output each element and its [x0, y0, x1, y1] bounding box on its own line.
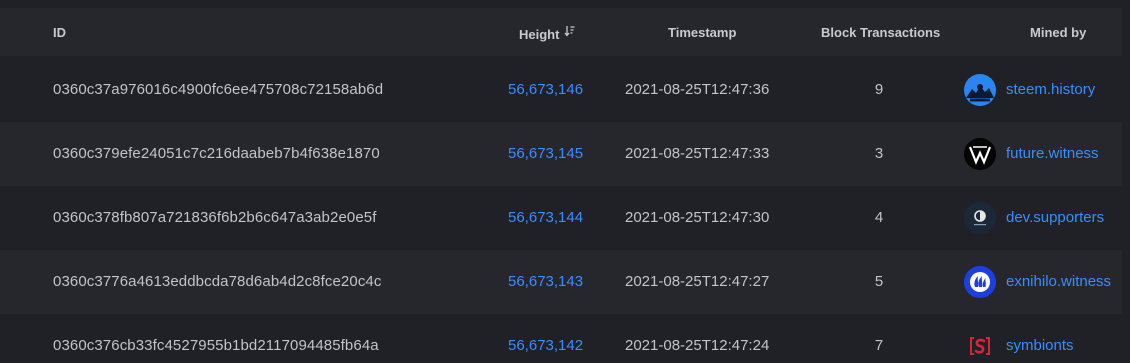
blocks-table: ID Height Timestamp Block Transactions M… — [0, 0, 1130, 363]
block-id: 0360c3776a4613eddbcda78d6ab4d2c8fce20c4c — [53, 273, 382, 290]
block-id: 0360c376cb33fc4527955b1bd2117094485fb64a — [53, 337, 379, 354]
block-id: 0360c379efe24051c7c216daabeb7b4f638e1870 — [53, 145, 380, 162]
exnihilo-witness-avatar-icon — [964, 266, 996, 298]
table-row: 0360c3776a4613eddbcda78d6ab4d2c8fce20c4c… — [0, 250, 1122, 314]
dev-supporters-avatar-icon — [964, 202, 996, 234]
block-timestamp: 2021-08-25T12:47:24 — [625, 337, 770, 354]
column-header-height-label: Height — [519, 27, 560, 42]
block-transactions-count: 4 — [874, 209, 884, 226]
block-transactions-count: 7 — [874, 337, 884, 354]
miner-link[interactable]: exnihilo.witness — [1006, 250, 1111, 314]
miner-link[interactable]: symbionts — [1006, 314, 1074, 363]
mined-by: future.witness — [964, 122, 1099, 186]
block-timestamp: 2021-08-25T12:47:36 — [625, 81, 770, 98]
future-witness-avatar-icon — [964, 138, 996, 170]
sort-descending-icon[interactable] — [564, 8, 575, 58]
block-height-link[interactable]: 56,673,143 — [508, 250, 583, 314]
table-row: 0360c378fb807a721836f6b2b6c647a3ab2e0e5f… — [0, 186, 1122, 250]
miner-link[interactable]: future.witness — [1006, 122, 1099, 186]
column-header-mined-by: Mined by — [1030, 25, 1087, 40]
table-header: ID Height Timestamp Block Transactions M… — [0, 8, 1122, 56]
table-row: 0360c376cb33fc4527955b1bd2117094485fb64a… — [0, 314, 1122, 363]
block-timestamp: 2021-08-25T12:47:30 — [625, 209, 770, 226]
mined-by: exnihilo.witness — [964, 250, 1111, 314]
block-height-link[interactable]: 56,673,144 — [508, 186, 583, 250]
block-timestamp: 2021-08-25T12:47:33 — [625, 145, 770, 162]
block-height-link[interactable]: 56,673,146 — [508, 58, 583, 122]
block-id: 0360c37a976016c4900fc6ee475708c72158ab6d — [53, 81, 384, 98]
miner-link[interactable]: dev.supporters — [1006, 186, 1104, 250]
steem-history-avatar-icon — [964, 74, 996, 106]
block-transactions-count: 5 — [874, 273, 884, 290]
table-row: 0360c37a976016c4900fc6ee475708c72158ab6d… — [0, 58, 1122, 122]
table-row: 0360c379efe24051c7c216daabeb7b4f638e1870… — [0, 122, 1122, 186]
block-height-link[interactable]: 56,673,145 — [508, 122, 583, 186]
miner-link[interactable]: steem.history — [1006, 58, 1095, 122]
column-header-id: ID — [53, 25, 66, 40]
symbionts-avatar-icon — [964, 330, 996, 362]
mined-by: symbionts — [964, 314, 1074, 363]
column-header-block-transactions: Block Transactions — [821, 25, 941, 40]
mined-by: steem.history — [964, 58, 1095, 122]
block-timestamp: 2021-08-25T12:47:27 — [625, 273, 770, 290]
block-height-link[interactable]: 56,673,142 — [508, 314, 583, 363]
column-header-height[interactable]: Height — [519, 8, 575, 56]
column-header-timestamp: Timestamp — [668, 25, 737, 40]
block-id: 0360c378fb807a721836f6b2b6c647a3ab2e0e5f — [53, 209, 377, 226]
block-transactions-count: 3 — [874, 145, 884, 162]
block-transactions-count: 9 — [874, 81, 884, 98]
mined-by: dev.supporters — [964, 186, 1104, 250]
